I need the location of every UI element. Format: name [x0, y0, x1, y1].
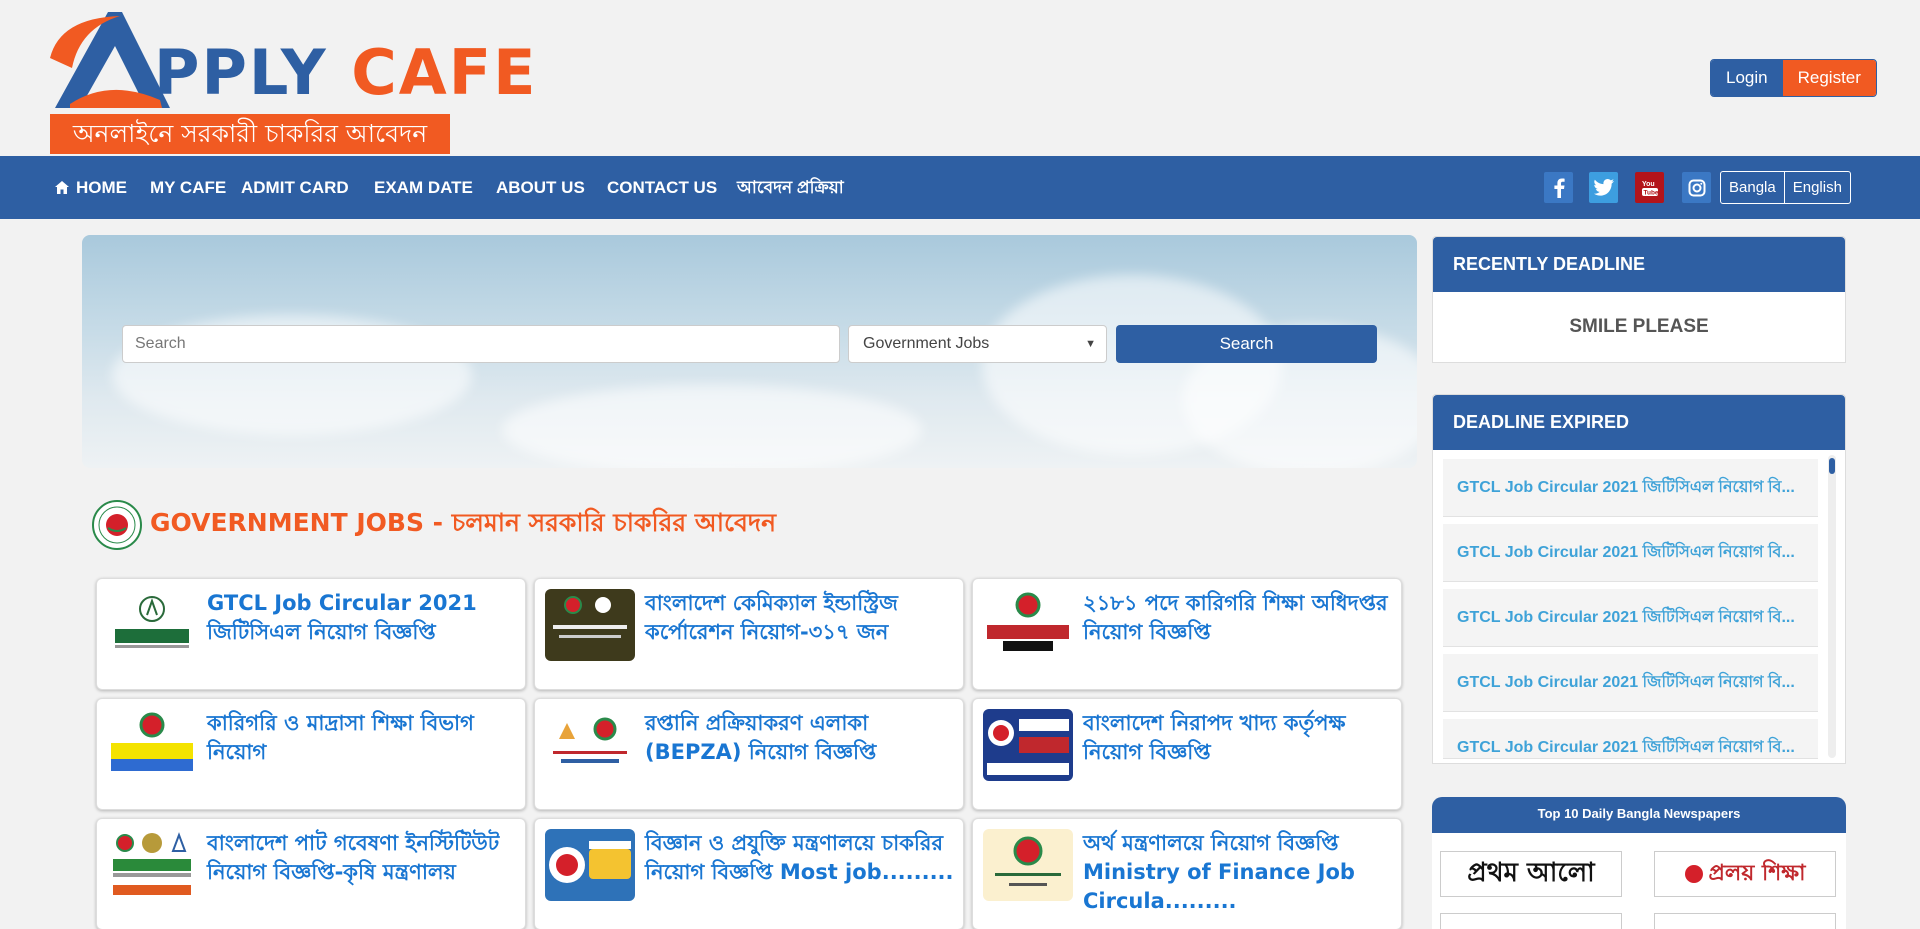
newspaper-logo[interactable]: [1440, 913, 1622, 929]
newspaper-proloy-shikkha[interactable]: প্রলয় শিক্ষা: [1654, 851, 1836, 897]
job-title-link[interactable]: বাংলাদেশ পাট গবেষণা ইনস্টিটিউট নিয়োগ বি…: [207, 829, 517, 887]
facebook-icon[interactable]: [1544, 172, 1573, 203]
newspapers-panel: প্রথম আলো প্রলয় শিক্ষা: [1432, 833, 1846, 929]
job-card[interactable]: GTCL Job Circular 2021 জিটিসিএল নিয়োগ ব…: [96, 578, 526, 690]
main-navbar: HOME MY CAFE ADMIT CARD EXAM DATE ABOUT …: [0, 156, 1920, 219]
job-thumbnail: [107, 589, 197, 661]
nav-application-process[interactable]: আবেদন প্রক্রিয়া: [737, 156, 844, 219]
nav-about-us[interactable]: ABOUT US: [496, 156, 585, 219]
nav-contact-us[interactable]: CONTACT US: [607, 156, 717, 219]
job-card[interactable]: বিজ্ঞান ও প্রযুক্তি মন্ত্রণালয়ে চাকরির …: [534, 818, 964, 929]
job-title-link[interactable]: GTCL Job Circular 2021 জিটিসিএল নিয়োগ ব…: [207, 589, 517, 647]
home-icon: [55, 181, 69, 194]
chevron-down-icon: ▼: [1085, 338, 1096, 350]
job-card[interactable]: অর্থ মন্ত্রণালয়ে নিয়োগ বিজ্ঞপ্তি Minis…: [972, 818, 1402, 929]
youtube-icon[interactable]: You Tube: [1635, 172, 1664, 203]
newspaper-logo-icon: [1684, 865, 1703, 883]
government-emblem-icon: [92, 500, 142, 550]
expired-list-item[interactable]: GTCL Job Circular 2021 জিটিসিএল নিয়োগ ব…: [1443, 524, 1818, 582]
deadline-expired-panel: DEADLINE EXPIRED GTCL Job Circular 2021 …: [1432, 394, 1846, 764]
job-thumbnail: [545, 589, 635, 661]
job-card[interactable]: ২১৮১ পদে কারিগরি শিক্ষা অধিদপ্তর নিয়োগ …: [972, 578, 1402, 690]
job-title-link[interactable]: অর্থ মন্ত্রণালয়ে নিয়োগ বিজ্ঞপ্তি Minis…: [1083, 829, 1393, 916]
search-button[interactable]: Search: [1116, 325, 1377, 363]
svg-text:Tube: Tube: [1643, 189, 1658, 196]
category-select[interactable]: Government Jobs ▼: [848, 325, 1107, 363]
svg-text:You: You: [1642, 181, 1655, 188]
job-card[interactable]: রপ্তানি প্রক্রিয়াকরণ এলাকা (BEPZA) নিয়…: [534, 698, 964, 810]
deadline-expired-title: DEADLINE EXPIRED: [1433, 395, 1845, 450]
newspapers-title: Top 10 Daily Bangla Newspapers: [1432, 797, 1846, 833]
register-button[interactable]: Register: [1782, 60, 1876, 96]
lang-english[interactable]: English: [1783, 172, 1850, 203]
recent-deadline-title: RECENTLY DEADLINE: [1433, 237, 1845, 292]
language-switch: Bangla English: [1720, 171, 1851, 204]
job-thumbnail: [107, 829, 197, 901]
lang-bangla[interactable]: Bangla: [1721, 172, 1784, 203]
nav-admit-card[interactable]: ADMIT CARD: [241, 156, 349, 219]
job-title-link[interactable]: বাংলাদেশ কেমিক্যাল ইন্ডাস্ট্রিজ কর্পোরেশ…: [645, 589, 955, 647]
expired-list-item[interactable]: GTCL Job Circular 2021 জিটিসিএল নিয়োগ ব…: [1443, 459, 1818, 517]
logo-tagline: অনলাইনে সরকারী চাকরির আবেদন: [50, 114, 450, 154]
search-input[interactable]: Search: [122, 325, 840, 363]
twitter-icon[interactable]: [1589, 172, 1618, 203]
logo-mark-icon: [50, 12, 170, 108]
job-card[interactable]: কারিগরি ও মাদ্রাসা শিক্ষা বিভাগ নিয়োগ: [96, 698, 526, 810]
job-title-link[interactable]: ২১৮১ পদে কারিগরি শিক্ষা অধিদপ্তর নিয়োগ …: [1083, 589, 1393, 647]
job-title-link[interactable]: কারিগরি ও মাদ্রাসা শিক্ষা বিভাগ নিয়োগ: [207, 709, 517, 767]
job-thumbnail: [545, 709, 635, 781]
job-title-link[interactable]: রপ্তানি প্রক্রিয়াকরণ এলাকা (BEPZA) নিয়…: [645, 709, 955, 767]
job-title-link[interactable]: বিজ্ঞান ও প্রযুক্তি মন্ত্রণালয়ে চাকরির …: [645, 829, 955, 887]
job-title-link[interactable]: বাংলাদেশ নিরাপদ খাদ্য কর্তৃপক্ষ নিয়োগ ব…: [1083, 709, 1393, 767]
job-card[interactable]: বাংলাদেশ নিরাপদ খাদ্য কর্তৃপক্ষ নিয়োগ ব…: [972, 698, 1402, 810]
expired-list-item[interactable]: GTCL Job Circular 2021 জিটিসিএল নিয়োগ ব…: [1443, 654, 1818, 712]
job-thumbnail: [983, 589, 1073, 661]
section-title: GOVERNMENT JOBS - চলমান সরকারি চাকরির আব…: [150, 508, 776, 537]
logo-wordmark: PPLY CAFE: [154, 36, 538, 109]
recent-deadline-text: SMILE PLEASE: [1569, 316, 1709, 337]
login-button[interactable]: Login: [1711, 60, 1783, 96]
expired-list-scrollbar[interactable]: [1828, 455, 1836, 758]
expired-list-item[interactable]: GTCL Job Circular 2021 জিটিসিএল নিয়োগ ব…: [1443, 719, 1818, 759]
apply-cafe-logo[interactable]: PPLY CAFE অনলাইনে সরকারী চাকরির আবেদন: [50, 8, 535, 154]
job-thumbnail: [545, 829, 635, 901]
recent-deadline-panel: RECENTLY DEADLINE SMILE PLEASE: [1432, 236, 1846, 363]
expired-list-scroll-thumb[interactable]: [1829, 458, 1835, 474]
nav-my-cafe[interactable]: MY CAFE: [150, 156, 226, 219]
nav-home[interactable]: HOME: [55, 156, 127, 219]
expired-list-item[interactable]: GTCL Job Circular 2021 জিটিসিএল নিয়োগ ব…: [1443, 589, 1818, 647]
site-header: PPLY CAFE অনলাইনে সরকারী চাকরির আবেদন Lo…: [0, 0, 1920, 156]
instagram-icon[interactable]: [1682, 172, 1711, 203]
auth-buttons: Login Register: [1710, 59, 1877, 97]
job-thumbnail: [983, 829, 1073, 901]
newspaper-prothom-alo[interactable]: প্রথম আলো: [1440, 851, 1622, 897]
job-thumbnail: [107, 709, 197, 781]
nav-exam-date[interactable]: EXAM DATE: [374, 156, 473, 219]
job-card[interactable]: বাংলাদেশ কেমিক্যাল ইন্ডাস্ট্রিজ কর্পোরেশ…: [534, 578, 964, 690]
job-thumbnail: [983, 709, 1073, 781]
newspaper-logo[interactable]: [1654, 913, 1836, 929]
job-card[interactable]: বাংলাদেশ পাট গবেষণা ইনস্টিটিউট নিয়োগ বি…: [96, 818, 526, 929]
